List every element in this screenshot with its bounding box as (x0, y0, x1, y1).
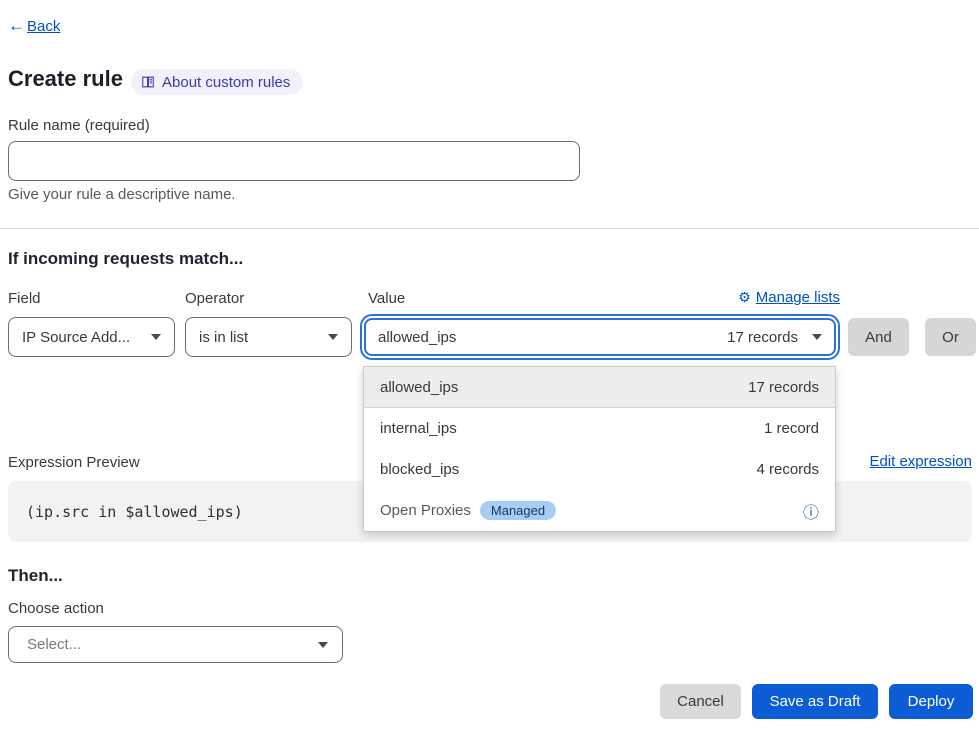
chevron-down-icon (151, 334, 161, 340)
list-option-name: Open Proxies (380, 502, 471, 519)
deploy-button[interactable]: Deploy (889, 684, 973, 719)
match-section-heading: If incoming requests match... (8, 249, 243, 269)
page-title: Create rule (8, 66, 123, 92)
operator-select-value: is in list (199, 329, 248, 346)
expression-preview-label: Expression Preview (8, 454, 140, 471)
manage-lists-label: Manage lists (756, 289, 840, 306)
back-arrow-icon: ← (8, 16, 25, 36)
or-button[interactable]: Or (925, 318, 976, 356)
list-option-records: 17 records (748, 379, 819, 396)
about-custom-rules-label: About custom rules (162, 74, 290, 91)
value-label: Value (368, 290, 405, 307)
list-option-records: 1 record (764, 420, 819, 437)
list-option-allowed-ips[interactable]: allowed_ips 17 records (364, 367, 835, 408)
create-rule-page: ← Back Create rule About custom rules Ru… (0, 0, 979, 739)
book-icon (141, 75, 155, 89)
action-select[interactable]: Select... (8, 626, 343, 663)
then-heading: Then... (8, 566, 63, 586)
about-custom-rules-link[interactable]: About custom rules (131, 69, 303, 95)
rule-name-input[interactable] (8, 141, 580, 181)
rule-name-label: Rule name (required) (8, 117, 150, 134)
save-as-draft-button[interactable]: Save as Draft (752, 684, 878, 719)
list-option-name: allowed_ips (380, 379, 458, 396)
expression-code: (ip.src in $allowed_ips) (26, 503, 243, 521)
back-link[interactable]: ← Back (8, 16, 60, 36)
section-divider (0, 228, 979, 229)
value-select-records: 17 records (727, 329, 798, 346)
list-option-name: blocked_ips (380, 461, 459, 478)
list-option-name: internal_ips (380, 420, 457, 437)
cancel-button[interactable]: Cancel (660, 684, 741, 719)
manage-lists-link[interactable]: ⚙︎ Manage lists (738, 289, 840, 306)
edit-expression-link[interactable]: Edit expression (869, 453, 972, 470)
and-button[interactable]: And (848, 318, 909, 356)
list-option-blocked-ips[interactable]: blocked_ips 4 records (364, 449, 835, 490)
field-label: Field (8, 290, 41, 307)
gear-icon: ⚙︎ (738, 289, 751, 306)
back-link-label: Back (27, 18, 60, 35)
chevron-down-icon (812, 334, 822, 340)
lists-dropdown: allowed_ips 17 records internal_ips 1 re… (363, 366, 836, 532)
info-icon[interactable]: ⓘ (803, 499, 819, 523)
value-select-value: allowed_ips (378, 329, 456, 346)
chevron-down-icon (328, 334, 338, 340)
action-select-placeholder: Select... (27, 636, 81, 653)
operator-select[interactable]: is in list (185, 317, 352, 357)
list-option-open-proxies[interactable]: Open Proxies Managed ⓘ (364, 490, 835, 531)
list-option-records: 4 records (756, 461, 819, 478)
field-select[interactable]: IP Source Add... (8, 317, 175, 357)
chevron-down-icon (318, 642, 328, 648)
managed-badge: Managed (480, 501, 556, 520)
rule-name-helper: Give your rule a descriptive name. (8, 186, 236, 203)
operator-label: Operator (185, 290, 244, 307)
choose-action-label: Choose action (8, 600, 104, 617)
field-select-value: IP Source Add... (22, 329, 130, 346)
list-option-internal-ips[interactable]: internal_ips 1 record (364, 408, 835, 449)
value-select[interactable]: allowed_ips 17 records (364, 318, 836, 356)
